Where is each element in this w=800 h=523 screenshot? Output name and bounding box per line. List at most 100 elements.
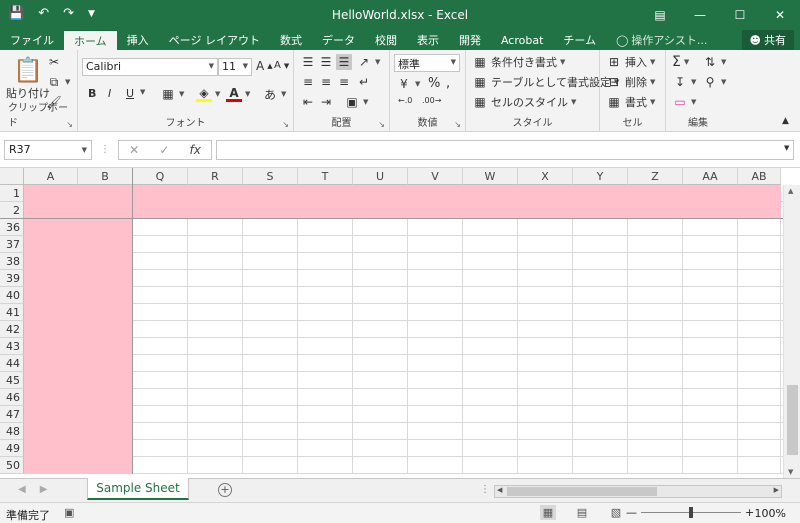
tab-review[interactable]: 校閲 bbox=[365, 30, 407, 50]
dialog-launcher-icon[interactable]: ↘ bbox=[66, 120, 73, 129]
decrease-indent-button[interactable]: ⇤ bbox=[300, 94, 316, 110]
column-header-v[interactable]: V bbox=[408, 168, 463, 185]
zoom-out-icon[interactable]: — bbox=[626, 506, 637, 519]
grow-font-button[interactable]: A ▲ bbox=[256, 59, 273, 73]
page-break-view-icon[interactable]: ▧ bbox=[608, 505, 624, 520]
tab-acrobat[interactable]: Acrobat bbox=[491, 30, 553, 50]
zoom-slider-knob[interactable] bbox=[689, 507, 693, 518]
row-header-36[interactable]: 36 bbox=[0, 219, 24, 236]
share-button[interactable]: ☻ 共有 bbox=[741, 30, 794, 50]
underline-button[interactable]: U bbox=[126, 87, 134, 100]
select-all-corner[interactable] bbox=[0, 168, 24, 185]
vertical-scrollbar[interactable]: ▲ ▼ bbox=[783, 185, 800, 478]
prev-sheet-icon[interactable]: ◀ bbox=[18, 484, 26, 495]
row-header-43[interactable]: 43 bbox=[0, 338, 24, 355]
find-select-button[interactable]: ⚲ ▼ bbox=[702, 74, 727, 90]
column-header-q[interactable]: Q bbox=[133, 168, 188, 185]
tab-formulas[interactable]: 数式 bbox=[270, 30, 312, 50]
underline-dropdown[interactable]: ▼ bbox=[140, 88, 145, 96]
row-header-42[interactable]: 42 bbox=[0, 321, 24, 338]
normal-view-icon[interactable]: ▦ bbox=[540, 505, 556, 520]
conditional-formatting-button[interactable]: ▦ 条件付き書式 ▼ bbox=[472, 54, 565, 70]
comma-button[interactable]: , bbox=[446, 76, 450, 91]
row-header-37[interactable]: 37 bbox=[0, 236, 24, 253]
increase-indent-button[interactable]: ⇥ bbox=[318, 94, 334, 110]
accounting-format-button[interactable]: ¥ ▼ bbox=[396, 76, 420, 92]
formula-bar-dots-icon[interactable]: ⋮ bbox=[100, 144, 110, 155]
tab-data[interactable]: データ bbox=[312, 30, 365, 50]
sort-filter-button[interactable]: ⇅ ▼ bbox=[702, 54, 726, 70]
font-name-select[interactable]: Calibri ▼ bbox=[82, 58, 218, 76]
worksheet-grid[interactable]: A B Q R S T U V W X Y Z AA AB 1 2 36 37 38 39 40 41 42 43 44 45 4… bbox=[0, 168, 800, 478]
merge-center-button[interactable]: ▣ ▼ bbox=[344, 94, 368, 110]
row-header-46[interactable]: 46 bbox=[0, 389, 24, 406]
horizontal-scroll-thumb[interactable] bbox=[507, 487, 657, 496]
align-top-button[interactable]: ☰ bbox=[300, 54, 316, 70]
align-center-button[interactable]: ≡ bbox=[318, 74, 334, 90]
column-header-ab[interactable]: AB bbox=[738, 168, 781, 185]
maximize-icon[interactable]: ☐ bbox=[720, 0, 760, 30]
scroll-up-icon[interactable]: ▲ bbox=[788, 187, 793, 195]
paste-button[interactable]: 📋 貼り付け bbox=[6, 56, 50, 101]
column-header-y[interactable]: Y bbox=[573, 168, 628, 185]
macro-record-icon[interactable]: ▣ bbox=[64, 506, 74, 519]
format-cells-button[interactable]: ▦ 書式 ▼ bbox=[606, 94, 655, 110]
vertical-scroll-thumb[interactable] bbox=[787, 385, 798, 455]
align-left-button[interactable]: ≡ bbox=[300, 74, 316, 90]
delete-cells-button[interactable]: ⊟ 削除 ▼ bbox=[606, 74, 655, 90]
shrink-font-button[interactable]: A ▼ bbox=[274, 60, 289, 71]
column-header-s[interactable]: S bbox=[243, 168, 298, 185]
cut-button[interactable]: ✂ bbox=[46, 54, 62, 70]
wrap-text-button[interactable]: ↵ bbox=[356, 74, 372, 90]
scroll-right-icon[interactable]: ▶ bbox=[774, 486, 779, 494]
tab-file[interactable]: ファイル bbox=[0, 30, 64, 50]
dialog-launcher-icon[interactable]: ↘ bbox=[454, 120, 461, 129]
column-header-b[interactable]: B bbox=[78, 168, 133, 185]
row-header-1[interactable]: 1 bbox=[0, 185, 24, 202]
column-header-a[interactable]: A bbox=[24, 168, 78, 185]
row-header-40[interactable]: 40 bbox=[0, 287, 24, 304]
row-header-47[interactable]: 47 bbox=[0, 406, 24, 423]
tab-page-layout[interactable]: ページ レイアウト bbox=[159, 30, 270, 50]
cell-styles-button[interactable]: ▦ セルのスタイル ▼ bbox=[472, 94, 576, 110]
collapse-ribbon-icon[interactable]: ▲ bbox=[782, 116, 789, 126]
row-header-48[interactable]: 48 bbox=[0, 423, 24, 440]
fill-button[interactable]: ↧ ▼ bbox=[672, 74, 696, 90]
font-color-button[interactable]: A ▼ bbox=[226, 86, 250, 102]
zoom-slider[interactable] bbox=[641, 507, 741, 518]
format-as-table-button[interactable]: ▦ テーブルとして書式設定 ▼ bbox=[472, 74, 619, 90]
dialog-launcher-icon[interactable]: ↘ bbox=[282, 120, 289, 129]
align-bottom-button[interactable]: ☰ bbox=[336, 54, 352, 70]
italic-button[interactable]: I bbox=[108, 87, 111, 100]
tab-insert[interactable]: 挿入 bbox=[117, 30, 159, 50]
cancel-icon[interactable]: ✕ bbox=[129, 143, 139, 157]
row-header-41[interactable]: 41 bbox=[0, 304, 24, 321]
zoom-in-icon[interactable]: + bbox=[745, 506, 754, 519]
row-header-39[interactable]: 39 bbox=[0, 270, 24, 287]
autosum-button[interactable]: Σ ▼ bbox=[672, 54, 689, 70]
tab-developer[interactable]: 開発 bbox=[449, 30, 491, 50]
ribbon-display-options-icon[interactable]: ▤ bbox=[640, 0, 680, 30]
column-header-r[interactable]: R bbox=[188, 168, 243, 185]
decrease-decimal-button[interactable]: .00→ bbox=[422, 96, 441, 105]
percent-button[interactable]: % bbox=[428, 76, 440, 91]
enter-icon[interactable]: ✓ bbox=[159, 143, 169, 157]
close-icon[interactable]: ✕ bbox=[760, 0, 800, 30]
filled-header-band[interactable] bbox=[24, 185, 781, 218]
insert-cells-button[interactable]: ⊞ 挿入 ▼ bbox=[606, 54, 655, 70]
tell-me-box[interactable]: ◯ 操作アシスト... bbox=[606, 30, 707, 50]
align-middle-button[interactable]: ☰ bbox=[318, 54, 334, 70]
tab-split-handle[interactable]: ⋮ bbox=[480, 484, 490, 495]
filled-column-band[interactable] bbox=[24, 219, 132, 474]
row-header-38[interactable]: 38 bbox=[0, 253, 24, 270]
dialog-launcher-icon[interactable]: ↘ bbox=[378, 120, 385, 129]
expand-formula-bar-icon[interactable]: ▼ bbox=[784, 144, 789, 152]
fill-color-button[interactable]: ◈ ▼ bbox=[196, 86, 220, 102]
tab-team[interactable]: チーム bbox=[553, 30, 606, 50]
name-box[interactable]: R37 ▼ bbox=[4, 140, 92, 160]
borders-button[interactable]: ▦ ▼ bbox=[160, 86, 184, 102]
sheet-tab[interactable]: Sample Sheet bbox=[87, 478, 189, 500]
row-header-45[interactable]: 45 bbox=[0, 372, 24, 389]
row-header-2[interactable]: 2 bbox=[0, 202, 24, 219]
column-header-z[interactable]: Z bbox=[628, 168, 683, 185]
